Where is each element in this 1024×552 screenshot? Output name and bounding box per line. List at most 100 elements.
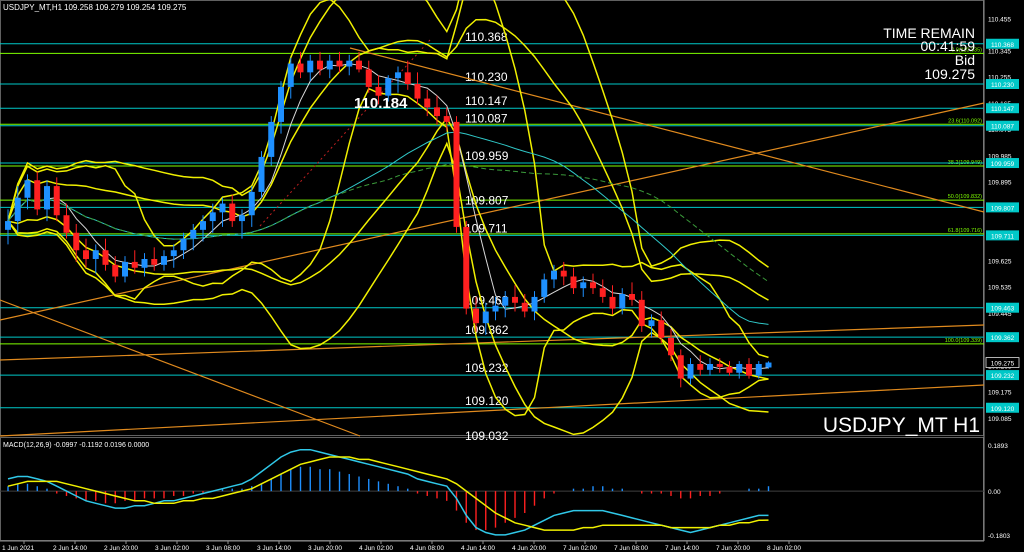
time-axis-tick: 4 Jun 08:00 <box>410 545 444 552</box>
candle-body <box>736 364 743 373</box>
time-axis-tick: 3 Jun 20:00 <box>308 545 342 552</box>
candle-body <box>336 60 343 67</box>
time-axis-tick: 1 Jun 2021 <box>2 545 35 552</box>
candle-body <box>726 366 733 373</box>
candle-body <box>268 121 275 157</box>
candle-body <box>180 238 187 251</box>
candle-body <box>297 63 304 73</box>
candle-body <box>658 320 665 338</box>
candle-body <box>161 256 167 265</box>
price-axis-tick: 110.455 <box>988 16 1011 23</box>
price-axis-tick: 109.895 <box>988 180 1012 187</box>
price-axis-tick: 109.625 <box>988 258 1012 265</box>
candle-body <box>112 264 119 277</box>
candle-body <box>170 250 177 257</box>
candle-body <box>434 107 440 117</box>
candle-body <box>648 320 655 327</box>
candle-body <box>24 180 31 198</box>
level-label: 110.230 <box>465 70 508 84</box>
candle-body <box>229 203 236 222</box>
time-axis-tick: 4 Jun 14:00 <box>461 545 495 552</box>
price-chart[interactable]: 0.0(110.335)23.6(110.092)38.2(109.949)50… <box>0 0 1024 552</box>
candle-body <box>482 311 489 324</box>
price-axis-tick: 109.085 <box>988 416 1012 423</box>
time-axis-tick: 4 Jun 02:00 <box>359 545 393 552</box>
candle-body <box>239 215 245 222</box>
candle-body <box>443 116 450 122</box>
candle-body <box>492 305 499 312</box>
candle-body <box>151 259 158 265</box>
candle-body <box>599 288 606 297</box>
candle-body <box>541 279 548 297</box>
price-tag-label: 109.275 <box>991 361 1015 368</box>
candle-body <box>687 364 694 379</box>
candle-body <box>668 337 674 356</box>
level-label: 109.959 <box>465 149 509 163</box>
time-axis-tick: 7 Jun 02:00 <box>563 545 597 552</box>
candle-body <box>356 60 362 70</box>
candle-body <box>404 72 411 84</box>
candle-body <box>629 294 635 300</box>
candle-body <box>463 226 470 309</box>
candle-body <box>307 60 314 73</box>
macd-axis-tick: 0.1893 <box>988 443 1008 450</box>
macd-axis-tick: 0.00 <box>988 489 1001 496</box>
level-label: 109.032 <box>465 429 509 443</box>
candle-body <box>638 299 645 327</box>
price-tag-label: 110.087 <box>991 124 1014 131</box>
time-axis-tick: 3 Jun 14:00 <box>257 545 291 552</box>
candle-body <box>122 261 128 277</box>
price-tag-label: 110.368 <box>991 42 1014 49</box>
candle-body <box>14 197 21 222</box>
candle-body <box>34 180 41 210</box>
time-axis-tick: 7 Jun 08:00 <box>614 545 648 552</box>
level-label: 109.362 <box>465 323 509 337</box>
candle-body <box>385 78 392 96</box>
candle-body <box>278 86 284 122</box>
candle-body <box>755 364 762 376</box>
fib-label: 23.6(110.092) <box>948 118 982 124</box>
price-axis-tick: 110.345 <box>988 48 1011 55</box>
candle-body <box>590 282 596 289</box>
candle-body <box>502 296 509 306</box>
candle-body <box>141 259 148 268</box>
time-axis-tick: 8 Jun 02:00 <box>767 545 801 552</box>
price-axis-tick: 109.535 <box>988 285 1012 292</box>
price-tag-label: 109.711 <box>991 233 1014 240</box>
candle-body <box>346 60 353 67</box>
candle-body <box>580 282 587 289</box>
peak-price-label: 110.184 <box>354 95 408 112</box>
candle-body <box>677 355 684 379</box>
candle-body <box>560 270 567 277</box>
macd-axis-tick: -0.1803 <box>988 533 1010 540</box>
candle-body <box>287 63 294 87</box>
candle-body <box>521 302 528 312</box>
level-label: 109.711 <box>465 221 508 235</box>
time-axis-tick: 7 Jun 14:00 <box>665 545 699 552</box>
candle-body <box>5 221 11 230</box>
candle-body <box>131 261 138 268</box>
price-tag-label: 109.120 <box>991 406 1015 413</box>
time-axis-tick: 2 Jun 20:00 <box>104 545 138 552</box>
level-label: 110.147 <box>465 94 508 108</box>
price-tag-label: 109.959 <box>991 161 1015 168</box>
macd-indicator-label: MACD(12,26,9) -0.0997 -0.1192 0.0196 0.0… <box>3 442 149 449</box>
price-tag-label: 109.232 <box>991 373 1015 380</box>
candle-body <box>619 294 626 309</box>
fib-label: 100.0(109.339) <box>945 338 982 344</box>
fib-label: 50.0(109.832) <box>948 194 982 200</box>
candle-body <box>258 156 265 192</box>
candle-body <box>200 221 206 230</box>
candle-body <box>414 84 421 99</box>
candle-body <box>453 121 460 227</box>
candle-body <box>765 362 772 368</box>
candle-body <box>190 229 197 239</box>
candle-body <box>424 98 431 108</box>
level-label: 109.232 <box>465 361 509 375</box>
candle-body <box>473 308 479 324</box>
candle-body <box>365 69 372 87</box>
symbol-label: USDJPY_MT,H1 <box>3 3 63 12</box>
price-tag-label: 109.362 <box>991 335 1015 342</box>
candle-body <box>326 60 333 70</box>
candle-body <box>63 215 70 233</box>
